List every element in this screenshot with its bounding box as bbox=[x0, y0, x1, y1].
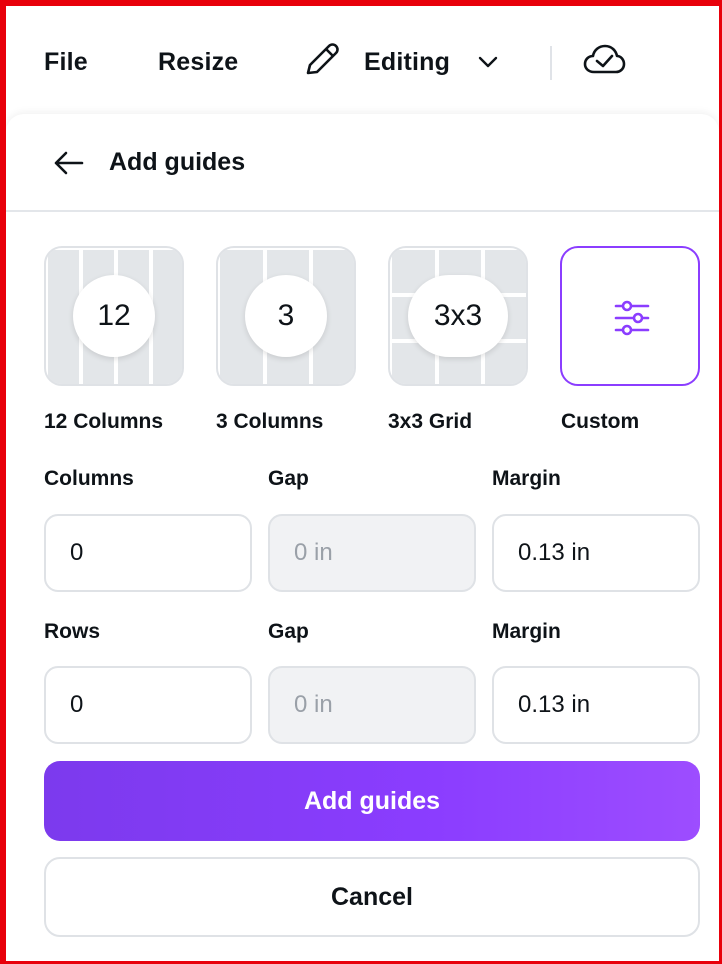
columns-label: Columns bbox=[44, 467, 134, 490]
columns-input[interactable]: 0 bbox=[44, 514, 252, 592]
preset-label: 12 Columns bbox=[44, 410, 164, 433]
preset-label: Custom bbox=[561, 410, 640, 433]
column-margin-input[interactable]: 0.13 in bbox=[492, 514, 700, 592]
preset-3-columns[interactable]: 3 bbox=[216, 246, 356, 386]
preset-3x3-grid[interactable]: 3x3 bbox=[388, 246, 528, 386]
preset-column bbox=[151, 248, 182, 384]
arrow-left-icon[interactable] bbox=[52, 150, 84, 176]
column-margin-label: Margin bbox=[492, 467, 561, 490]
add-guides-button[interactable]: Add guides bbox=[44, 761, 700, 841]
chevron-down-icon[interactable] bbox=[476, 54, 500, 70]
column-gap-input[interactable]: 0 in bbox=[268, 514, 476, 592]
add-guides-panel: Add guides 12 12 Columns 3 3 Columns 3x3… bbox=[6, 114, 719, 961]
preset-label: 3x3 Grid bbox=[388, 410, 473, 433]
panel-header: Add guides bbox=[6, 114, 719, 212]
row-margin-input[interactable]: 0.13 in bbox=[492, 666, 700, 744]
preset-label: 3 Columns bbox=[216, 410, 324, 433]
rows-input[interactable]: 0 bbox=[44, 666, 252, 744]
toolbar-divider bbox=[550, 46, 552, 80]
row-gap-label: Gap bbox=[268, 620, 309, 643]
cloud-check-icon[interactable] bbox=[582, 42, 626, 78]
file-menu[interactable]: File bbox=[44, 48, 88, 77]
editing-mode-button[interactable]: Editing bbox=[364, 48, 450, 77]
cancel-button[interactable]: Cancel bbox=[44, 857, 700, 937]
column-gap-label: Gap bbox=[268, 467, 309, 490]
row-margin-label: Margin bbox=[492, 620, 561, 643]
preset-badge: 12 bbox=[73, 275, 155, 357]
top-bar: File Resize Editing bbox=[6, 6, 719, 114]
row-gap-input[interactable]: 0 in bbox=[268, 666, 476, 744]
preset-custom[interactable] bbox=[560, 246, 700, 386]
resize-menu[interactable]: Resize bbox=[158, 48, 238, 77]
preset-badge: 3x3 bbox=[408, 275, 508, 357]
rows-label: Rows bbox=[44, 620, 101, 643]
preset-12-columns[interactable]: 12 bbox=[44, 246, 184, 386]
pencil-icon bbox=[306, 43, 339, 75]
panel-title: Add guides bbox=[109, 148, 246, 176]
preset-badge: 3 bbox=[245, 275, 327, 357]
sliders-icon bbox=[614, 300, 650, 336]
